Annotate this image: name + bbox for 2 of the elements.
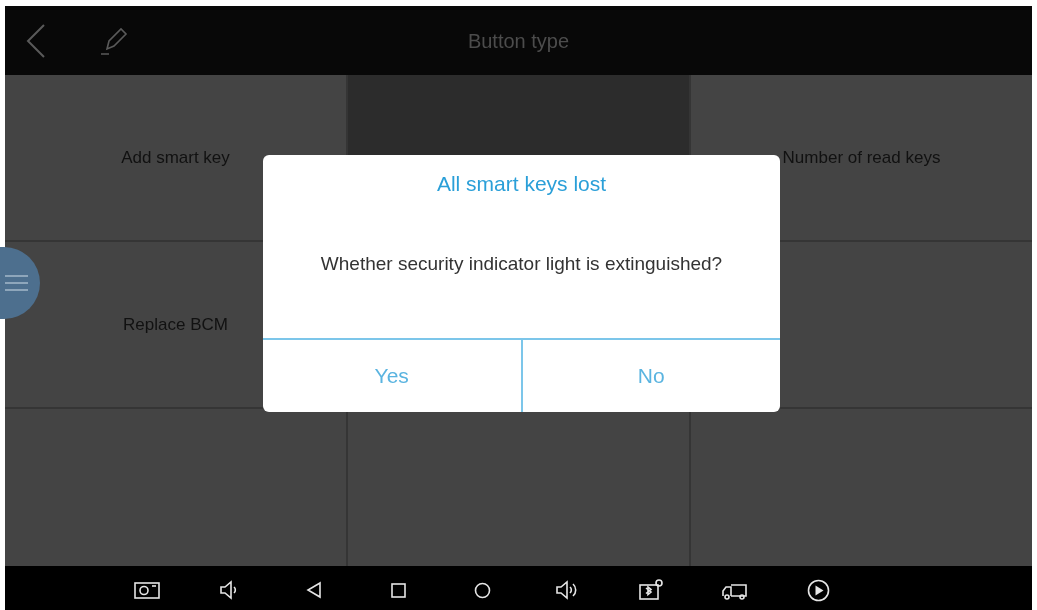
dialog-title: All smart keys lost xyxy=(435,171,608,197)
page-title: Button type xyxy=(467,28,570,54)
